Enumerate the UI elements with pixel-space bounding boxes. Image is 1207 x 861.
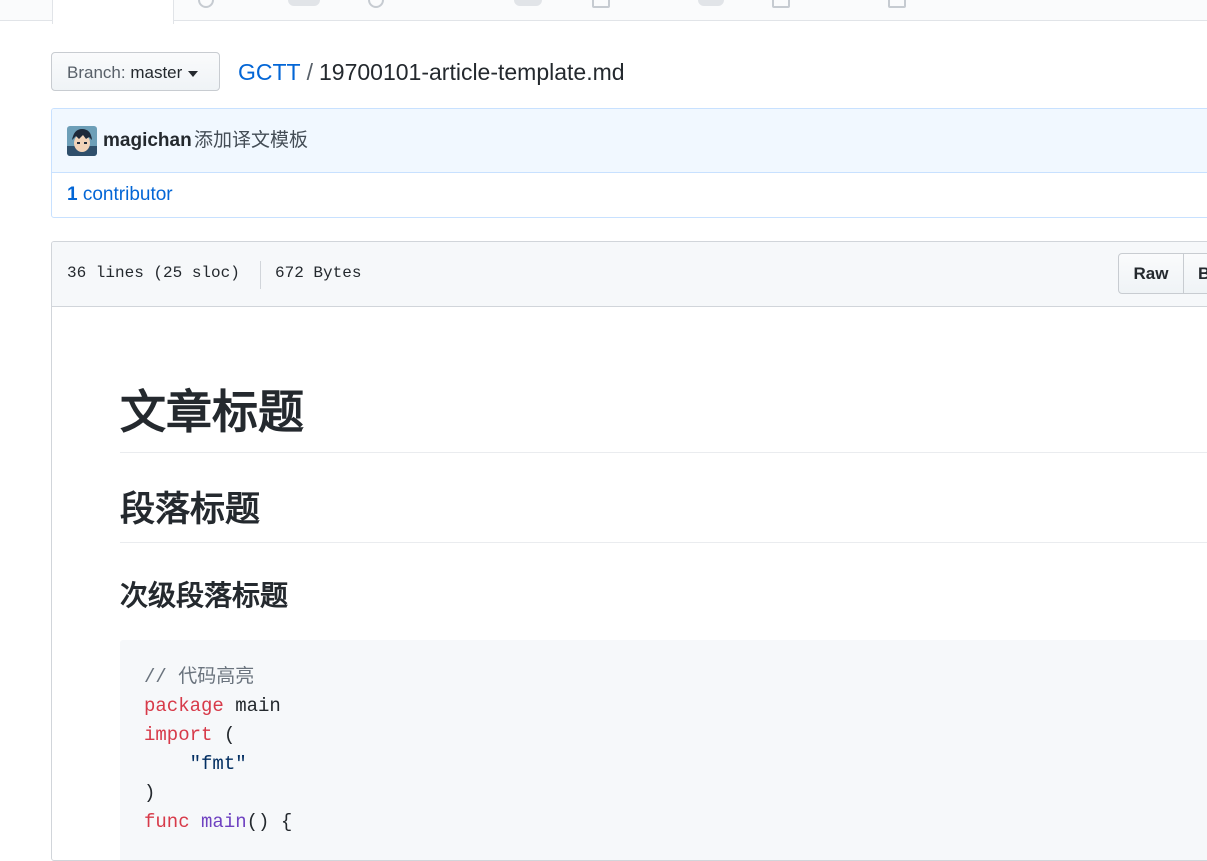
code-function-name: main [201,811,247,833]
breadcrumb-file-name: 19700101-article-template.md [319,59,625,85]
avatar[interactable] [67,126,97,156]
code-text: main [223,695,281,717]
file-line-count: 36 lines (25 sloc) [67,264,240,282]
heading-2: 段落标题 [120,488,1207,543]
breadcrumb-repo-link[interactable]: GCTT [238,59,301,85]
file-size: 672 Bytes [275,264,362,282]
code-keyword: package [144,695,224,717]
blame-button[interactable]: B [1183,253,1207,294]
pull-request-icon [368,0,384,8]
chevron-down-icon [188,70,199,77]
file-viewer: 36 lines (25 sloc) 672 Bytes Raw B 文章标题 … [51,241,1207,861]
contributor-label: contributor [82,184,173,205]
commit-author-link[interactable]: magichan [103,127,192,155]
code-line: "fmt" [144,750,247,779]
breadcrumb: GCTT/19700101-article-template.md [238,57,625,87]
code-line: import ( [144,721,235,750]
commit-info-box: magichan 添加译文模板 1 contributor [51,108,1207,218]
breadcrumb-separator: / [306,59,313,85]
tab-code[interactable] [52,0,174,24]
code-keyword: import [144,724,213,746]
code-line: package main [144,692,281,721]
code-text: ( [212,724,236,746]
repo-nav-tabs [0,0,1207,24]
issues-icon [198,0,214,8]
branch-select-button[interactable]: Branch: master [51,52,220,91]
code-string: "fmt" [189,753,247,775]
tab-projects-counter[interactable] [698,0,724,6]
code-line: ) [144,782,156,804]
heading-3: 次级段落标题 [120,580,289,611]
heading-1: 文章标题 [120,384,1207,453]
branch-name: master [130,63,183,82]
code-keyword: func [144,811,190,833]
wiki-icon [772,0,790,8]
insights-icon [888,0,906,8]
projects-icon [592,0,610,8]
file-info-divider [260,261,261,289]
file-header: 36 lines (25 sloc) 672 Bytes Raw B [52,242,1207,307]
code-line: func main() { [144,808,292,837]
code-text: () { [246,811,293,833]
commit-message-link[interactable]: 添加译文模板 [194,127,308,155]
code-comment: // 代码高亮 [144,666,255,688]
tab-issues-counter[interactable] [288,0,320,6]
contributors-link[interactable]: 1 contributor [67,181,173,209]
code-block: // 代码高亮 package main import ( "fmt" ) fu… [120,640,1207,860]
branch-label: Branch: [67,63,126,82]
tab-pull-requests-counter[interactable] [514,0,542,6]
raw-button[interactable]: Raw [1118,253,1184,294]
latest-commit-bar: magichan 添加译文模板 [52,109,1207,173]
contributor-count: 1 [67,184,78,205]
